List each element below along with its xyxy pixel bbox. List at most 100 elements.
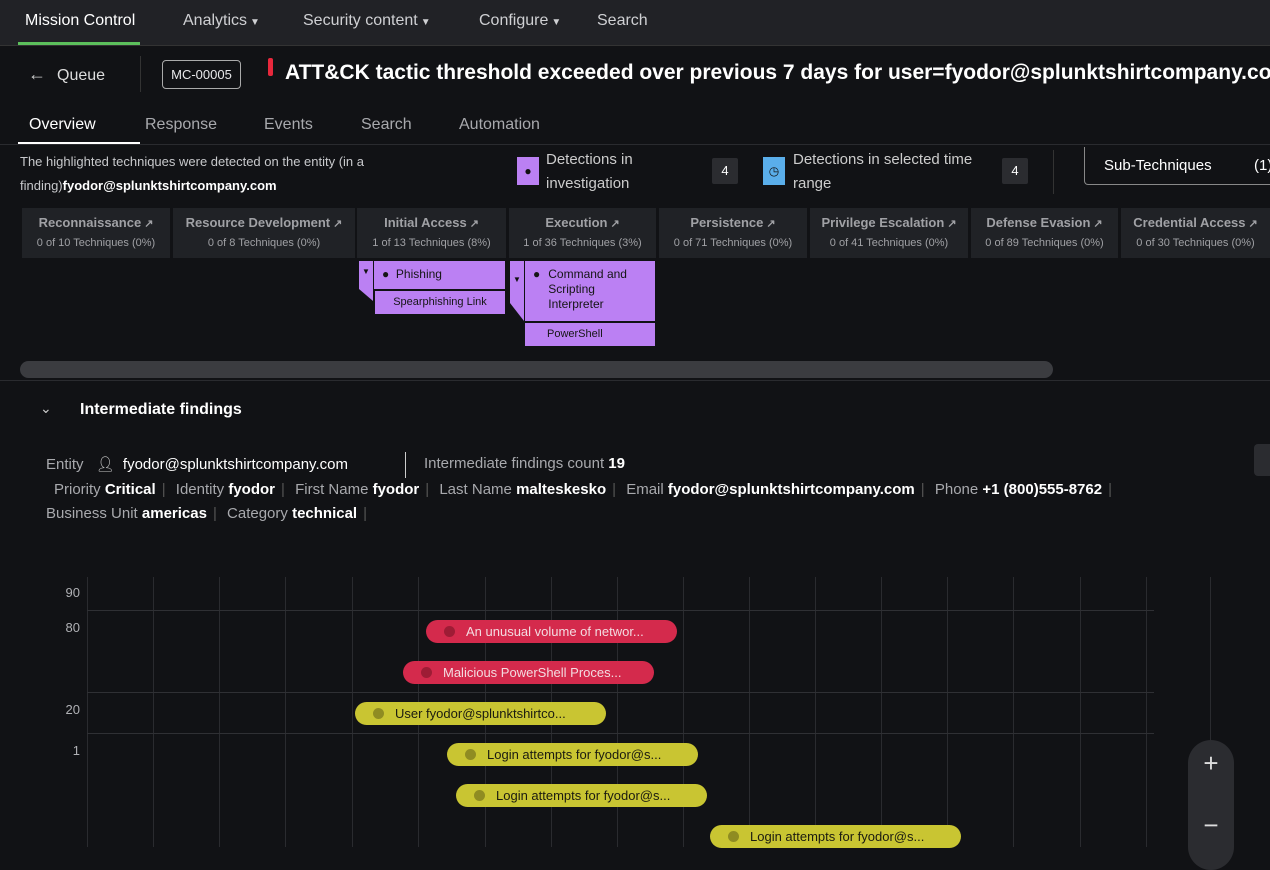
grid-line-vertical [881, 577, 882, 847]
findings-section-title: Intermediate findings [80, 401, 242, 418]
divider [0, 380, 1270, 381]
grid-line-vertical [352, 577, 353, 847]
external-link-icon[interactable]: ↗ [1093, 218, 1102, 230]
sub-techniques-toggle[interactable]: Sub-Techniques(1) [1084, 147, 1270, 185]
finding-label: Login attempts for fyodor@s... [487, 747, 662, 762]
grid-line-vertical [1146, 577, 1147, 847]
back-arrow-icon[interactable]: ← [28, 64, 46, 85]
divider [1053, 150, 1054, 194]
finding-pill[interactable]: Login attempts for fyodor@s... [710, 825, 961, 848]
tactic-technique-count: 0 of 8 Techniques (0%) [207, 237, 321, 249]
incident-title: ATT&CK tactic threshold exceeded over pr… [285, 61, 1270, 84]
finding-label: Malicious PowerShell Proces... [443, 665, 622, 680]
grid-line-horizontal [87, 610, 1154, 611]
tab-response[interactable]: Response [145, 116, 217, 134]
tactic-column[interactable]: Privilege Escalation ↗ 0 of 41 Techniques … [810, 208, 968, 258]
external-link-icon[interactable]: ↗ [144, 218, 153, 230]
external-link-icon[interactable]: ↗ [470, 218, 479, 230]
caret-down-icon: ▼ [420, 17, 431, 28]
incident-id-badge: MC-00005 [162, 60, 241, 89]
grid-line-vertical [87, 577, 88, 847]
grid-line-vertical [1013, 577, 1014, 847]
finding-pill[interactable]: An unusual volume of networ... [426, 620, 677, 643]
tab-overview[interactable]: Overview [29, 116, 96, 134]
active-nav-indicator [18, 42, 140, 45]
severity-indicator [268, 58, 273, 76]
external-link-icon[interactable]: ↗ [1249, 218, 1258, 230]
finding-label: An unusual volume of networ... [466, 624, 644, 639]
caret-down-icon: ▼ [513, 275, 521, 284]
finding-pill[interactable]: Login attempts for fyodor@s... [456, 784, 707, 807]
status-dot-icon [373, 708, 384, 719]
horizontal-scrollbar[interactable] [20, 361, 1053, 378]
finding-pill[interactable]: Login attempts for fyodor@s... [447, 743, 698, 766]
legend-investigation-count: 4 [712, 158, 738, 184]
status-dot-icon [474, 790, 485, 801]
tab-events[interactable]: Events [264, 116, 313, 134]
tactic-column[interactable]: Credential Access ↗ 0 of 30 Techniques (0%… [1121, 208, 1270, 258]
external-link-icon[interactable]: ↗ [610, 218, 619, 230]
expand-toggle[interactable]: ▼ [510, 261, 524, 321]
side-panel-toggle[interactable] [1254, 444, 1270, 476]
grid-line-horizontal [87, 733, 1154, 734]
tactic-name: Defense Evasion [986, 215, 1091, 230]
caret-down-icon: ▼ [551, 17, 562, 28]
external-link-icon[interactable]: ↗ [947, 218, 956, 230]
status-dot-icon [465, 749, 476, 760]
grid-line-vertical [947, 577, 948, 847]
nav-configure[interactable]: Configure ▼ [479, 12, 561, 30]
legend-investigation-label: Detections in investigation [546, 151, 633, 192]
grid-line-vertical [815, 577, 816, 847]
zoom-out-button[interactable]: − [1188, 810, 1234, 841]
tactic-column[interactable]: Persistence ↗ 0 of 71 Techniques (0%) [659, 208, 807, 258]
entity-fields-row-1: Priority Critical | Identity fyodor | Firs… [54, 481, 1112, 498]
finding-pill[interactable]: Malicious PowerShell Proces... [403, 661, 654, 684]
zoom-in-button[interactable]: + [1188, 748, 1234, 779]
tactic-name: Resource Development [185, 215, 331, 230]
tactic-column[interactable]: Resource Development ↗ 0 of 8 Techniques (… [173, 208, 355, 258]
external-link-icon[interactable]: ↗ [333, 218, 342, 230]
finding-label: Login attempts for fyodor@s... [496, 788, 671, 803]
nav-mission-control[interactable]: Mission Control [25, 12, 135, 30]
tactic-column[interactable]: Defense Evasion ↗ 0 of 89 Techniques (0%) [971, 208, 1118, 258]
divider [405, 452, 406, 478]
tactic-column[interactable]: Execution ↗ 1 of 36 Techniques (3%) [509, 208, 656, 258]
zoom-control: + − [1188, 740, 1234, 870]
finding-label: User fyodor@splunktshirtco... [395, 706, 566, 721]
finding-pill[interactable]: User fyodor@splunktshirtco... [355, 702, 606, 725]
lightbulb-icon: ● [533, 267, 541, 281]
grid-line-vertical [1080, 577, 1081, 847]
tactic-technique-count: 1 of 36 Techniques (3%) [523, 237, 642, 249]
legend-time-label: Detections in selected time range [793, 151, 973, 192]
legend-time-count: 4 [1002, 158, 1028, 184]
entity-row: Entity 👤︎ fyodor@splunktshirtcompany.com [46, 456, 348, 473]
back-to-queue-link[interactable]: Queue [57, 67, 105, 85]
nav-analytics[interactable]: Analytics ▼ [183, 12, 260, 30]
tactic-name: Initial Access [384, 215, 467, 230]
lightbulb-icon: ● [382, 267, 390, 281]
tab-search[interactable]: Search [361, 116, 412, 134]
technique-phishing[interactable]: ● Phishing [374, 261, 505, 289]
divider [140, 56, 141, 92]
technique-command-scripting[interactable]: ● Command and Scripting Interpreter [525, 261, 655, 321]
subtechnique-powershell[interactable]: PowerShell [525, 323, 655, 346]
tab-automation[interactable]: Automation [459, 116, 540, 134]
external-link-icon[interactable]: ↗ [766, 218, 775, 230]
tactic-name: Privilege Escalation [821, 215, 945, 230]
tactic-name: Execution [545, 215, 608, 230]
nav-search[interactable]: Search [597, 12, 648, 30]
tactic-column[interactable]: Initial Access ↗ 1 of 13 Techniques (8%) [357, 208, 506, 258]
lightbulb-icon: ● [517, 157, 539, 185]
entity-fields-row-2: Business Unit americas | Category technic… [46, 505, 368, 522]
chevron-down-icon[interactable]: ⌄ [40, 400, 52, 417]
subtechnique-spearphishing-link[interactable]: Spearphishing Link [375, 291, 505, 314]
grid-line-horizontal [87, 692, 1154, 693]
nav-security-content[interactable]: Security content ▼ [303, 12, 431, 30]
tactic-technique-count: 0 of 89 Techniques (0%) [985, 237, 1104, 249]
tactic-technique-count: 0 of 30 Techniques (0%) [1136, 237, 1255, 249]
expand-toggle[interactable]: ▼ [359, 261, 373, 301]
top-nav: Mission Control Analytics ▼ Security cont… [0, 0, 1270, 46]
tactic-column[interactable]: Reconnaissance ↗ 0 of 10 Techniques (0%) [22, 208, 170, 258]
grid-line-vertical [153, 577, 154, 847]
finding-label: Login attempts for fyodor@s... [750, 829, 925, 844]
